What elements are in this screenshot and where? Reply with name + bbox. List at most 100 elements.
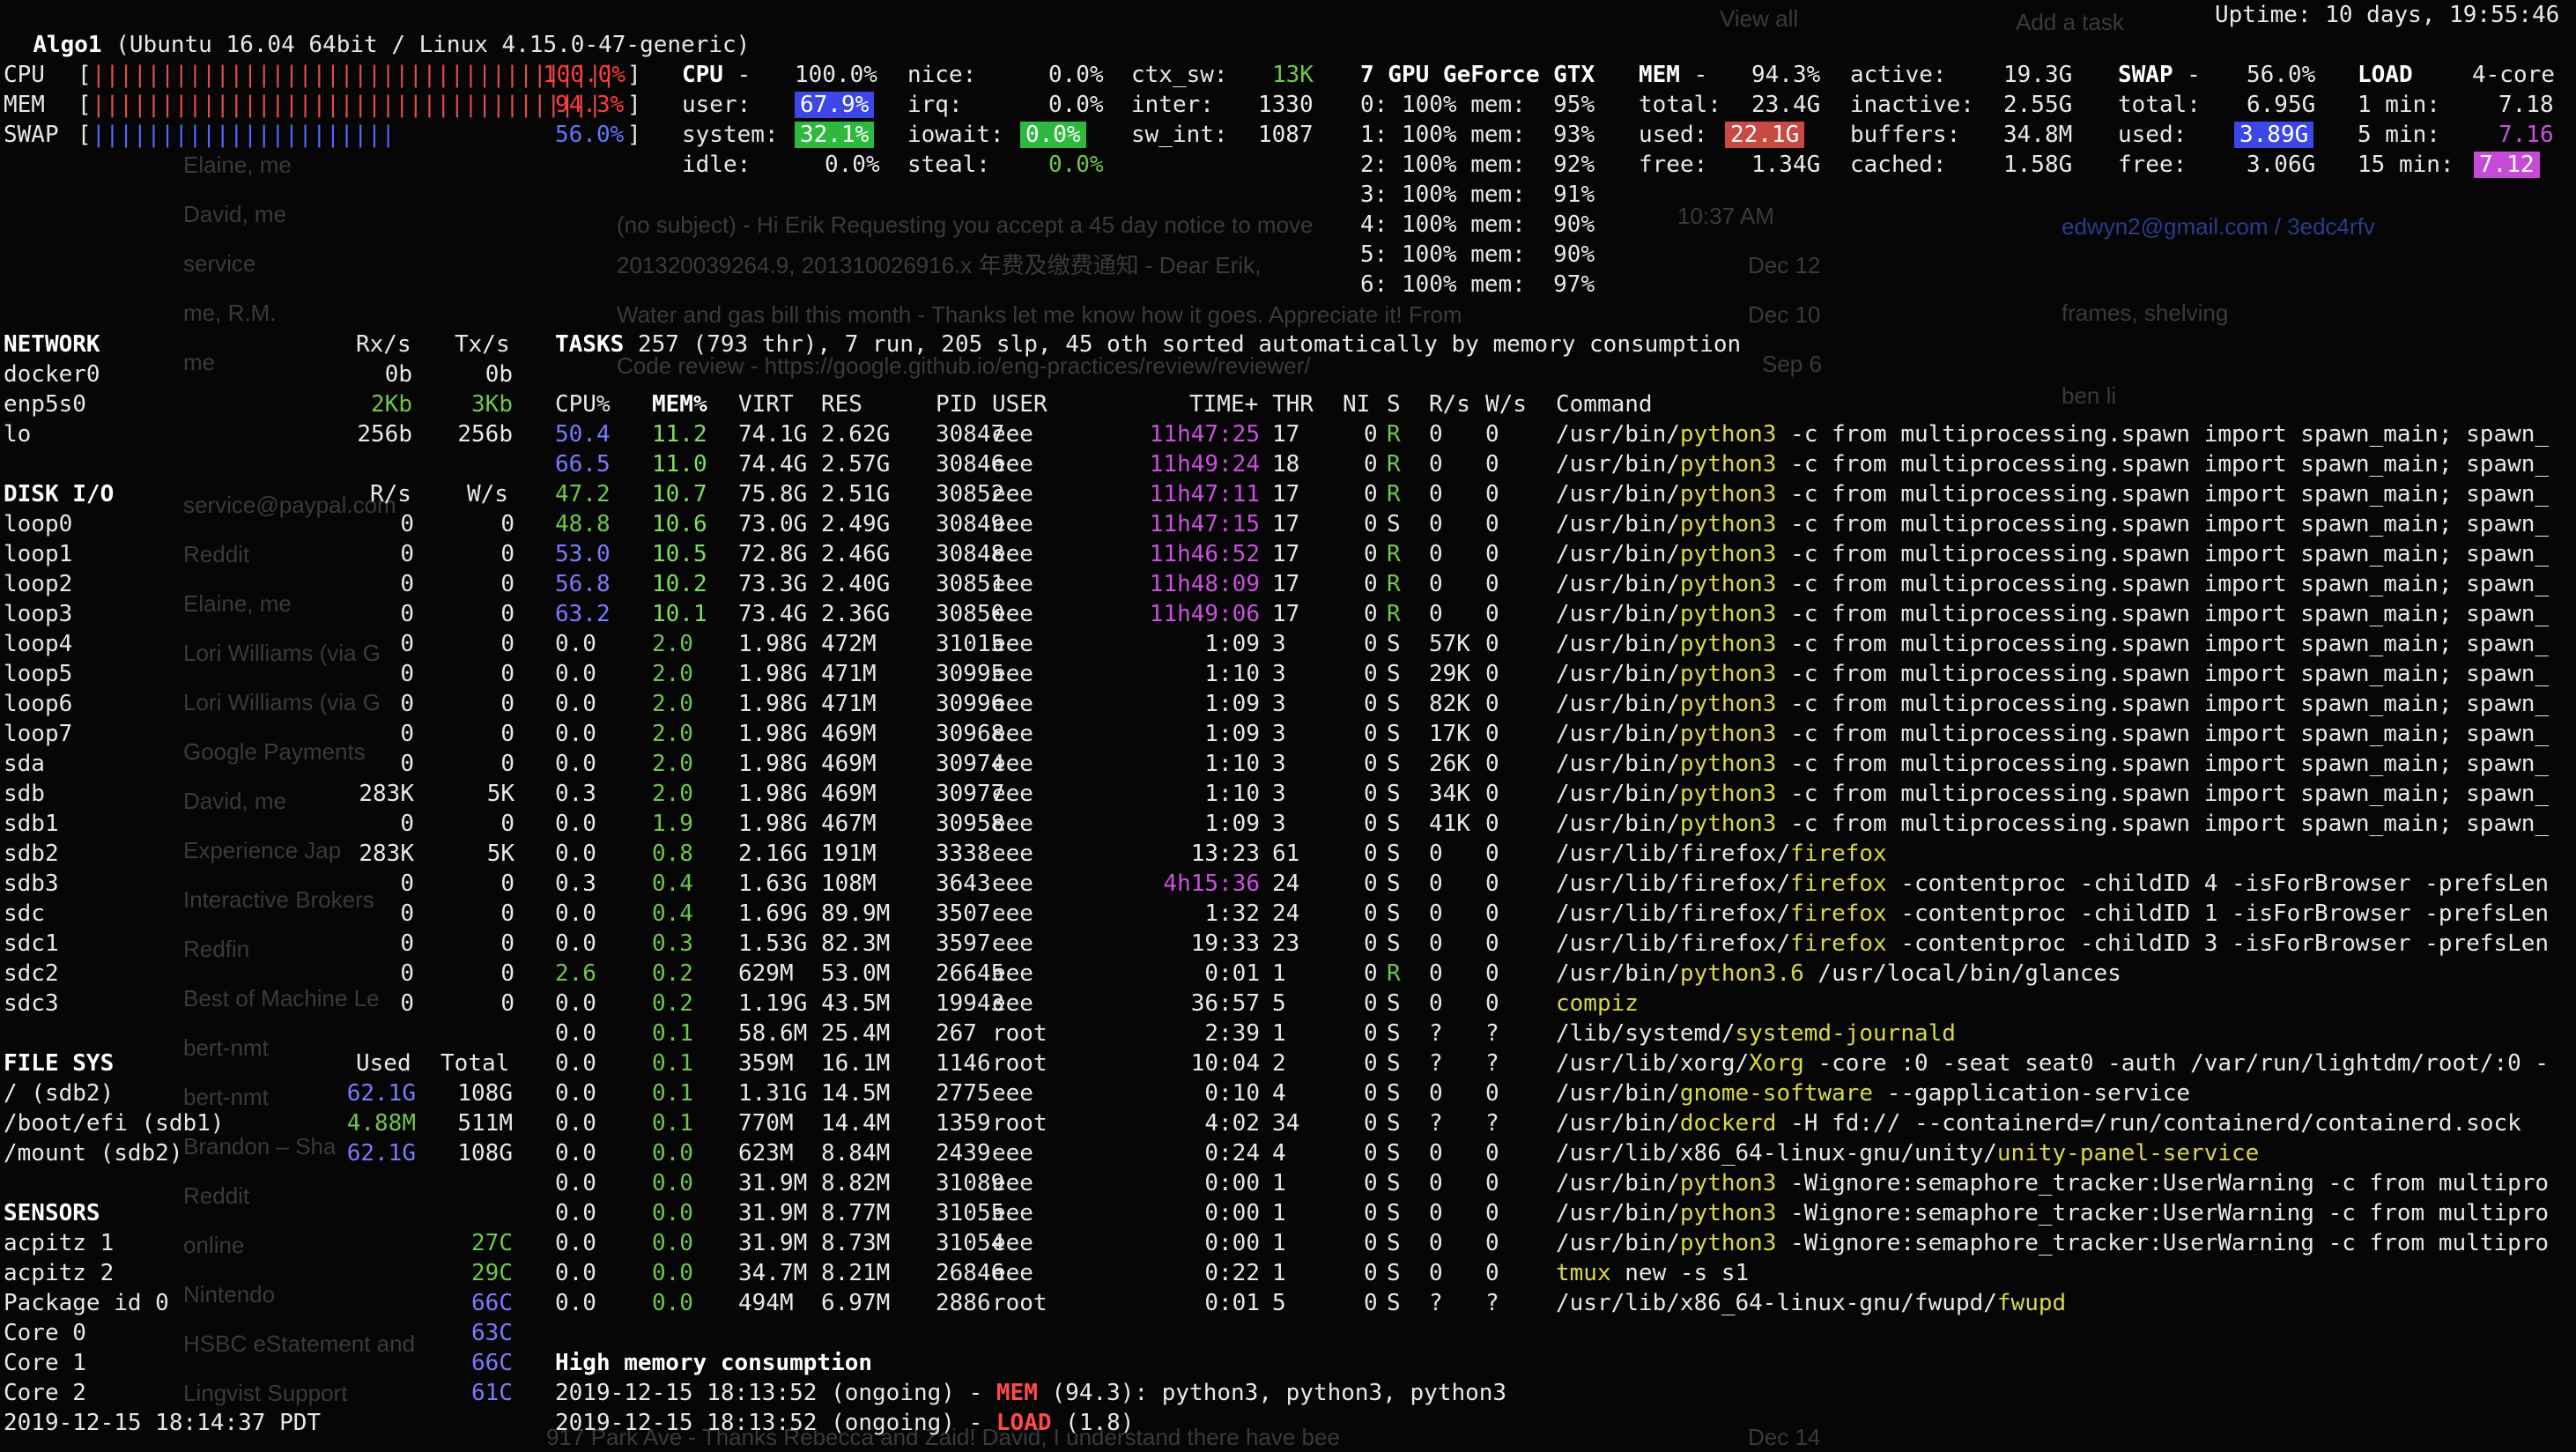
process-mem: 10.1 bbox=[652, 601, 707, 627]
process-row[interactable]: 0.0 0.1 359M 16.1M 1146 root 2 0 S?? 10:04/usr/li… bbox=[0, 1048, 2576, 1078]
process-row[interactable]: 0.0 0.0 494M 6.97M 2886 root 5 0 S?? 0:01/usr/lib… bbox=[0, 1288, 2576, 1318]
process-time: 0:22 bbox=[1204, 1260, 1260, 1286]
process-row[interactable]: 0.0 0.4 1.69G 89.9M 3507 eee 24 0 S 0 0 1:32/usr/li… bbox=[0, 899, 2576, 929]
process-row[interactable]: 0.0 0.8 2.16G 191M 3338 eee 61 0 S 0 0 13:23/usr/li… bbox=[0, 839, 2576, 869]
process-row[interactable]: 0.0 2.0 1.98G 471M 30995 eee 3 0 S 29K 0 1:10/usr/b… bbox=[0, 659, 2576, 689]
command-path: /usr/bin/ bbox=[1556, 511, 1680, 537]
process-row[interactable]: 0.3 0.4 1.63G 108M 3643 eee 24 0 S 0 0 4h15:36/usr/… bbox=[0, 869, 2576, 899]
load-5min: 7.16 bbox=[2498, 122, 2554, 148]
process-row[interactable]: 0.3 2.0 1.98G 469M 30977 eee 3 0 S 34K 0 1:10/usr/b… bbox=[0, 779, 2576, 809]
process-read-rate: 0 bbox=[1429, 930, 1443, 957]
process-row[interactable]: 0.0 0.0 623M 8.84M 2439 eee 4 0 S 0 0 0:24/usr/lib/… bbox=[0, 1138, 2576, 1168]
mem-total: 23.4G bbox=[1751, 92, 1821, 118]
process-row[interactable]: 2.6 0.2 629M 53.0M 26645 eee 1 0 R 0 0 0:01/usr/bin… bbox=[0, 959, 2576, 989]
process-state: S bbox=[1387, 1110, 1401, 1137]
process-read-rate: 82K bbox=[1429, 691, 1470, 717]
process-row[interactable]: 47.2 10.7 75.8G 2.51G 30852 eee 17 0 R 0 0 11h47:11… bbox=[0, 479, 2576, 509]
process-row[interactable]: 0.0 1.9 1.98G 467M 30958 eee 3 0 S 41K 0 1:09/usr/b… bbox=[0, 809, 2576, 839]
process-cpu: 48.8 bbox=[555, 511, 611, 537]
process-row[interactable]: 50.4 11.2 74.1G 2.62G 30847 eee 17 0 R 0 0 11h47:25… bbox=[0, 419, 2576, 449]
process-row[interactable]: 0.0 0.0 31.9M 8.82M 31089 eee 1 0 S 0 0 0:00/usr/bi… bbox=[0, 1168, 2576, 1198]
process-row[interactable]: 53.0 10.5 72.8G 2.46G 30848 eee 17 0 R 0 0 11h46:52… bbox=[0, 539, 2576, 569]
process-row[interactable]: 0.0 2.0 1.98G 472M 31015 eee 3 0 S 57K 0 1:09/usr/b… bbox=[0, 629, 2576, 659]
sensor-value: 63C bbox=[471, 1320, 513, 1346]
process-row[interactable]: 0.0 0.0 34.7M 8.21M 26846 eee 1 0 S 0 0 0:22 tmux ne… bbox=[0, 1258, 2576, 1288]
process-res: 6.97M bbox=[821, 1290, 891, 1316]
process-user: eee bbox=[992, 631, 1033, 657]
header-s[interactable]: S bbox=[1387, 389, 1401, 419]
header-time[interactable]: TIME+ bbox=[1189, 389, 1258, 419]
process-nice: 0 bbox=[1364, 571, 1378, 597]
process-row[interactable]: 0.0 0.0 31.9M 8.73M 31054 eee 1 0 S 0 0 0:00/usr/bi… bbox=[0, 1228, 2576, 1258]
process-user: eee bbox=[992, 421, 1033, 448]
process-user: eee bbox=[992, 1200, 1033, 1226]
process-pid: 3338 bbox=[936, 841, 991, 867]
command-name: python3 bbox=[1679, 631, 1777, 657]
process-write-rate: 0 bbox=[1485, 661, 1499, 687]
process-write-rate: 0 bbox=[1485, 841, 1499, 867]
process-row[interactable]: 0.0 0.1 1.31G 14.5M 2775 eee 4 0 S 0 0 0:10/usr/bin… bbox=[0, 1078, 2576, 1108]
header-ws[interactable]: W/s bbox=[1485, 389, 1527, 419]
process-row[interactable]: 0.0 0.1 770M 14.4M 1359 root 34 0 S?? 4:02/usr/bi… bbox=[0, 1108, 2576, 1138]
header-virt[interactable]: VIRT bbox=[738, 389, 794, 419]
process-row[interactable]: 48.8 10.6 73.0G 2.49G 30849 eee 17 0 S 0 0 11h47:15… bbox=[0, 509, 2576, 539]
process-row[interactable]: 0.0 0.1 58.6M 25.4M 267 root 1 0 S?? 2:39/lib/sys… bbox=[0, 1019, 2576, 1048]
process-time: 1:09 bbox=[1204, 721, 1260, 747]
header-thr[interactable]: THR bbox=[1272, 389, 1314, 419]
process-user: eee bbox=[992, 841, 1033, 867]
process-threads: 3 bbox=[1272, 751, 1286, 777]
process-threads: 3 bbox=[1272, 721, 1286, 747]
process-command: /usr/lib/xorg/Xorg -core :0 -seat seat0 … bbox=[1556, 1048, 2549, 1078]
process-write-rate: 0 bbox=[1485, 1230, 1499, 1256]
process-row[interactable]: 0.0 2.0 1.98G 469M 30974 eee 3 0 S 26K 0 1:10/usr/b… bbox=[0, 749, 2576, 779]
process-row[interactable]: 56.8 10.2 73.3G 2.40G 30851 eee 17 0 R 0 0 11h48:09… bbox=[0, 569, 2576, 599]
load-15min-label: 15 min: bbox=[2358, 152, 2454, 178]
process-virt: 1.98G bbox=[738, 721, 808, 747]
command-args: -c from multiprocessing.spawn import spa… bbox=[1776, 511, 2550, 537]
inter: 1330 bbox=[1258, 92, 1314, 118]
header-rs[interactable]: R/s bbox=[1429, 389, 1470, 419]
process-row[interactable]: 66.5 11.0 74.4G 2.57G 30846 eee 18 0 R 0 0 11h49:24… bbox=[0, 449, 2576, 479]
process-nice: 0 bbox=[1364, 1020, 1378, 1047]
command-name: python3 bbox=[1679, 781, 1777, 807]
header-mem[interactable]: MEM% bbox=[652, 389, 707, 419]
command-path: /usr/lib/firefox/ bbox=[1556, 841, 1791, 867]
ctx-sw-label: ctx_sw: bbox=[1131, 62, 1228, 88]
quicklook-mem-value: 94.3% bbox=[555, 92, 625, 118]
process-state: S bbox=[1387, 631, 1401, 657]
ctx-sw: 13K bbox=[1272, 62, 1314, 88]
ghost-date-4: Dec 14 bbox=[1748, 1424, 1821, 1450]
gpu-row: 2: 100% mem: 92% bbox=[1360, 152, 1595, 178]
process-row[interactable]: 0.0 0.3 1.53G 82.3M 3597 eee 23 0 S 0 0 19:33/usr/l… bbox=[0, 929, 2576, 959]
header-cmd[interactable]: Command bbox=[1556, 389, 1653, 419]
header-ni[interactable]: NI bbox=[1343, 389, 1370, 419]
process-row[interactable]: 63.2 10.1 73.4G 2.36G 30850 eee 17 0 R 0 0 11h49:06… bbox=[0, 599, 2576, 629]
process-time: 11h49:24 bbox=[1149, 451, 1260, 478]
process-mem: 0.8 bbox=[652, 841, 693, 867]
process-row[interactable]: 0.0 2.0 1.98G 471M 30996 eee 3 0 S 82K 0 1:09/usr/b… bbox=[0, 689, 2576, 719]
process-time: 2:39 bbox=[1204, 1020, 1260, 1047]
process-row[interactable]: 0.0 2.0 1.98G 469M 30968 eee 3 0 S 17K 0 1:09/usr/b… bbox=[0, 719, 2576, 749]
process-state: S bbox=[1387, 900, 1401, 927]
header-pid[interactable]: PID bbox=[936, 389, 977, 419]
process-time: 11h47:15 bbox=[1149, 511, 1260, 537]
process-nice: 0 bbox=[1364, 1200, 1378, 1226]
alert-detail: (94.3): python3, python3, python3 bbox=[1037, 1380, 1507, 1406]
header-user[interactable]: USER bbox=[992, 389, 1047, 419]
cpu-total: 100.0% bbox=[795, 62, 877, 88]
process-row[interactable]: 0.0 0.2 1.19G 43.5M 19943 eee 5 0 S 0 0 36:57 compiz bbox=[0, 989, 2576, 1019]
command-path: /usr/bin/ bbox=[1556, 661, 1680, 687]
process-threads: 1 bbox=[1272, 1020, 1286, 1047]
header-cpu[interactable]: CPU% bbox=[555, 389, 611, 419]
process-res: 89.9M bbox=[821, 900, 891, 927]
process-user: root bbox=[992, 1110, 1047, 1137]
quicklook-cpu-label: CPU bbox=[4, 62, 45, 88]
process-res: 471M bbox=[821, 691, 877, 717]
process-threads: 4 bbox=[1272, 1080, 1286, 1107]
process-command: compiz bbox=[1556, 989, 1639, 1019]
process-threads: 24 bbox=[1272, 900, 1300, 927]
header-res[interactable]: RES bbox=[821, 389, 862, 419]
process-nice: 0 bbox=[1364, 841, 1378, 867]
process-row[interactable]: 0.0 0.0 31.9M 8.77M 31055 eee 1 0 S 0 0 0:00/usr/bi… bbox=[0, 1198, 2576, 1228]
quicklook-swap-value: 56.0% bbox=[555, 122, 625, 148]
